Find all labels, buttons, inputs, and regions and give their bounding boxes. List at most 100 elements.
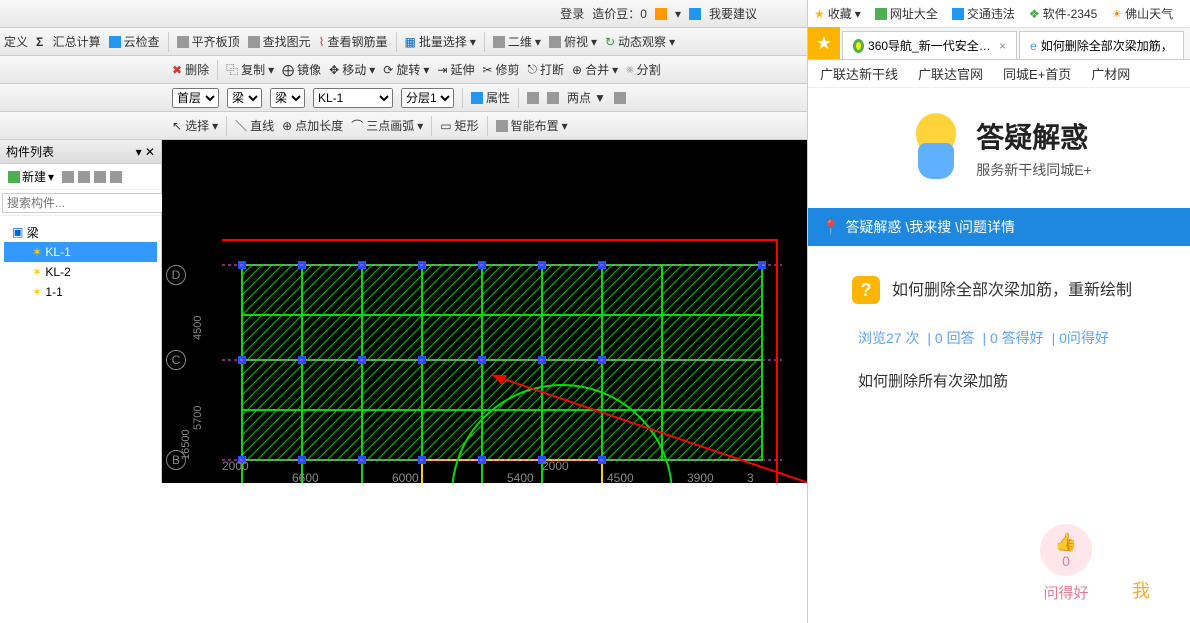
smart-btn[interactable]: 智能布置▾	[496, 117, 568, 134]
line-btn[interactable]: ＼直线	[235, 117, 274, 134]
tool-a-icon[interactable]	[527, 92, 539, 104]
dropdown-icon[interactable]: ▾	[675, 7, 681, 21]
tool-c-icon[interactable]	[614, 92, 626, 104]
copy-btn[interactable]: ⿻复制▾	[226, 61, 274, 78]
tree-item-11[interactable]: ✶ 1-1	[4, 282, 157, 302]
delete-label: 删除	[185, 61, 209, 78]
flat-label: 平齐板顶	[192, 33, 240, 50]
pointlen-btn[interactable]: ⊕点加长度	[282, 117, 343, 134]
tree-item-kl2[interactable]: ✶ KL-2	[4, 262, 157, 282]
new-label: 新建	[22, 168, 46, 185]
link-gw[interactable]: 广联达官网	[918, 64, 983, 83]
mirror-label: 镜像	[297, 61, 321, 78]
thumb-up-icon: 👍	[1055, 532, 1077, 553]
trim-btn[interactable]: ✂修剪	[482, 61, 519, 78]
question-mark-icon: ?	[852, 276, 880, 304]
extend-btn[interactable]: ⇥延伸	[437, 61, 474, 78]
fav-soft[interactable]: ❖软件-2345	[1029, 5, 1097, 22]
dim-h4500: 4500	[607, 471, 634, 483]
dim-h5400: 5400	[507, 471, 534, 483]
def-btn[interactable]: 定义	[4, 33, 28, 50]
fav-net[interactable]: 网址大全	[875, 5, 938, 22]
dyn-btn[interactable]: ↻动态观察▾	[605, 33, 675, 50]
layer-select[interactable]: 分层1	[401, 88, 454, 108]
panel-ic2[interactable]	[78, 171, 90, 183]
rotate-btn[interactable]: ⟳旋转▾	[383, 61, 429, 78]
dyn-label: 动态观察	[618, 33, 666, 50]
2d-btn[interactable]: 二维▾	[493, 33, 541, 50]
break-btn[interactable]: ⎋打断	[528, 61, 565, 78]
chevron-down-icon: ▼	[594, 91, 606, 105]
smart-label: 智能布置	[511, 117, 559, 134]
select-btn[interactable]: ↖选择▾	[172, 117, 218, 134]
login-link[interactable]: 登录	[560, 5, 584, 22]
mirror-btn[interactable]: ⨁镜像	[282, 61, 321, 78]
link-xgx[interactable]: 广联达新干线	[820, 64, 898, 83]
prop-label: 属性	[486, 89, 510, 106]
cloud-label: 云检查	[124, 33, 160, 50]
pin-icon: 📍	[822, 219, 839, 236]
rebar-label: 查看钢筋量	[327, 33, 387, 50]
fav-button[interactable]: ★收藏▾	[814, 5, 861, 22]
flat-btn[interactable]: 平齐板顶	[177, 33, 240, 50]
pointlen-label: 点加长度	[295, 117, 343, 134]
cat2-select[interactable]: 梁	[270, 88, 305, 108]
banner-sub: 服务新干线同城E+	[976, 160, 1092, 180]
dim-h6600: 6600	[292, 471, 319, 483]
fav-traffic[interactable]: 交通违法	[952, 5, 1015, 22]
question-body: 如何删除所有次梁加筋	[858, 370, 1176, 391]
link-tc[interactable]: 同城E+首页	[1003, 64, 1071, 83]
suggest-link[interactable]: 我要建议	[709, 5, 757, 22]
tab-question[interactable]: e如何删除全部次梁加筋，	[1019, 31, 1184, 59]
banner-title: 答疑解惑	[976, 116, 1092, 156]
close-icon[interactable]: ×	[999, 39, 1006, 53]
rebar-btn[interactable]: ⌇查看钢筋量	[319, 33, 388, 50]
tree-item-kl1[interactable]: ✶ KL-1	[4, 242, 157, 262]
fav-weather[interactable]: ☀佛山天气	[1111, 5, 1173, 22]
topview-btn[interactable]: 俯视▾	[549, 33, 597, 50]
delete-btn[interactable]: ✖删除	[172, 61, 209, 78]
twopoint-btn[interactable]: 两点▼	[567, 89, 606, 106]
tab-360nav[interactable]: 360导航_新一代安全上网导航×	[842, 31, 1017, 59]
floor-select[interactable]: 首层	[172, 88, 219, 108]
vote-other[interactable]: 我	[1132, 577, 1150, 603]
move-btn[interactable]: ✥移动▾	[329, 61, 375, 78]
threearc-btn[interactable]: ⌒三点画弧▾	[351, 117, 423, 134]
vote-good-button[interactable]: 👍 0	[1040, 524, 1092, 576]
tree-root[interactable]: ▣ 梁	[4, 222, 157, 242]
member-select[interactable]: KL-1	[313, 88, 393, 108]
annotation-arrow	[162, 140, 807, 483]
dim-h3: 3	[747, 471, 754, 483]
suggest-icon	[689, 8, 701, 20]
line-label: 直线	[250, 117, 274, 134]
cloud-check-btn[interactable]: 云检查	[109, 33, 160, 50]
sum-btn[interactable]: Σ 汇总计算	[36, 33, 101, 50]
prop-btn[interactable]: 属性	[471, 89, 510, 106]
split-label: 分割	[637, 61, 661, 78]
bookmark-star[interactable]: ★	[808, 27, 840, 59]
new-button[interactable]: 新建▾	[4, 166, 58, 187]
merge-btn[interactable]: ⊕合并▾	[572, 61, 618, 78]
batch-btn[interactable]: ▦批量选择▾	[405, 33, 476, 50]
find-btn[interactable]: 查找图元	[248, 33, 311, 50]
dim-h3900: 3900	[687, 471, 714, 483]
dim-h2000a: 2000	[222, 459, 249, 473]
copy-label: 复制	[241, 61, 265, 78]
bean-icon	[655, 8, 667, 20]
cat1-select[interactable]: 梁	[227, 88, 262, 108]
break-label: 打断	[540, 61, 564, 78]
panel-ic4[interactable]	[110, 171, 122, 183]
link-gc[interactable]: 广材网	[1091, 64, 1130, 83]
tool-b-icon[interactable]	[547, 92, 559, 104]
move-label: 移动	[342, 61, 366, 78]
vote-count: 0	[1062, 553, 1070, 569]
panel-ic3[interactable]	[94, 171, 106, 183]
tree-root-label: 梁	[27, 224, 39, 241]
drawing-canvas[interactable]: D C B A 4500 5700 6300 2000 16500	[162, 140, 807, 483]
split-btn[interactable]: ⨳分割	[626, 61, 660, 78]
extend-label: 延伸	[450, 61, 474, 78]
search-input[interactable]	[2, 193, 163, 213]
rect-btn[interactable]: ▭矩形	[440, 117, 478, 134]
panel-ic1[interactable]	[62, 171, 74, 183]
360-favicon	[853, 39, 864, 53]
